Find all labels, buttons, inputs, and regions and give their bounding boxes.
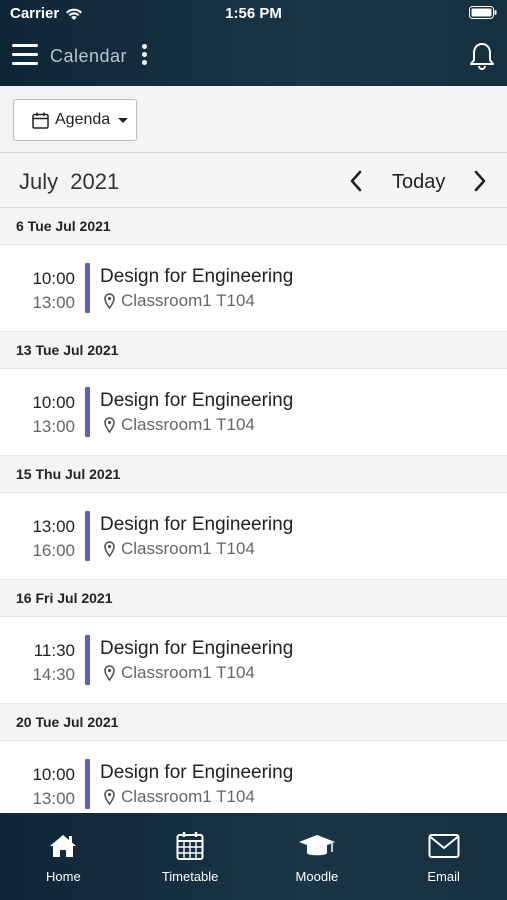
map-pin-icon (104, 417, 115, 433)
event-times: 10:00 13:00 (0, 763, 75, 811)
event-location: Classroom1 T104 (104, 787, 255, 807)
event-end-time: 16:00 (32, 541, 75, 560)
menu-line (12, 53, 38, 56)
hamburger-menu-button[interactable] (12, 44, 38, 68)
event-title: Design for Engineering (100, 762, 294, 783)
event-title: Design for Engineering (100, 514, 294, 535)
map-pin-icon (104, 293, 115, 309)
status-bar: Carrier 1:56 PM (0, 0, 507, 28)
event-start-time: 13:00 (32, 517, 75, 536)
event-times: 11:30 14:30 (0, 639, 75, 687)
event-start-time: 10:00 (32, 269, 75, 288)
menu-line (12, 44, 38, 47)
day-header: 15 Thu Jul 2021 (0, 456, 507, 493)
event-item[interactable]: 10:00 13:00 Design for Engineering Class… (0, 245, 507, 332)
event-location-label: Classroom1 T104 (121, 415, 255, 434)
home-icon (48, 831, 78, 861)
notifications-bell-icon[interactable] (469, 42, 495, 75)
map-pin-icon (104, 665, 115, 681)
view-selector-dropdown[interactable]: Agenda (13, 99, 137, 141)
day-header: 13 Tue Jul 2021 (0, 332, 507, 369)
tab-timetable[interactable]: Timetable (127, 813, 254, 900)
event-location-label: Classroom1 T104 (121, 663, 255, 682)
event-start-time: 11:30 (33, 641, 75, 660)
event-color-bar (85, 759, 90, 809)
event-times: 10:00 13:00 (0, 267, 75, 315)
event-end-time: 13:00 (32, 417, 75, 436)
month-navigation: July 2021 Today (0, 154, 507, 208)
tab-label: Moodle (295, 869, 339, 884)
more-options-button[interactable] (139, 44, 149, 68)
map-pin-icon (104, 789, 115, 805)
day-header: 16 Fri Jul 2021 (0, 580, 507, 617)
event-color-bar (85, 263, 90, 313)
event-title: Design for Engineering (100, 638, 294, 659)
chevron-right-icon (474, 170, 486, 192)
tab-label: Email (427, 869, 460, 884)
nav-bar: Calendar (0, 30, 507, 84)
event-color-bar (85, 635, 90, 685)
event-item[interactable]: 13:00 16:00 Design for Engineering Class… (0, 493, 507, 580)
battery-icon (469, 6, 497, 24)
dot (141, 60, 147, 65)
agenda-list[interactable]: 6 Tue Jul 2021 10:00 13:00 Design for En… (0, 208, 507, 813)
calendar-grid-icon (176, 831, 204, 861)
event-color-bar (85, 511, 90, 561)
event-item[interactable]: 10:00 13:00 Design for Engineering Class… (0, 369, 507, 456)
event-location: Classroom1 T104 (104, 415, 255, 435)
next-month-button[interactable] (471, 169, 489, 198)
event-end-time: 13:00 (32, 293, 75, 312)
envelope-icon (428, 831, 460, 861)
event-location-label: Classroom1 T104 (121, 787, 255, 806)
graduation-cap-icon (298, 831, 336, 861)
page-title: Calendar (50, 46, 128, 66)
tab-moodle[interactable]: Moodle (254, 813, 381, 900)
event-location-label: Classroom1 T104 (121, 539, 255, 558)
event-location: Classroom1 T104 (104, 663, 255, 683)
event-item[interactable]: 10:00 13:00 Design for Engineering Class… (0, 741, 507, 813)
today-button[interactable]: Today (392, 171, 445, 194)
event-color-bar (85, 387, 90, 437)
tab-email[interactable]: Email (380, 813, 507, 900)
event-start-time: 10:00 (32, 765, 75, 784)
event-item[interactable]: 11:30 14:30 Design for Engineering Class… (0, 617, 507, 704)
view-selector-label: Agenda (55, 111, 111, 128)
caret-down-icon (118, 117, 129, 123)
dot (141, 44, 147, 49)
event-location: Classroom1 T104 (104, 291, 255, 311)
previous-month-button[interactable] (347, 169, 365, 198)
bottom-tab-bar: Home Timetable Moodle Email (0, 813, 507, 900)
menu-line (12, 62, 38, 65)
event-end-time: 13:00 (32, 789, 75, 808)
app-header: Carrier 1:56 PM Calendar (0, 0, 507, 86)
tab-label: Home (46, 869, 81, 884)
event-times: 10:00 13:00 (0, 391, 75, 439)
day-header: 20 Tue Jul 2021 (0, 704, 507, 741)
tab-label: Timetable (161, 869, 219, 884)
month-title: July 2021 (19, 169, 120, 194)
calendar-icon (32, 112, 49, 129)
event-location-label: Classroom1 T104 (121, 291, 255, 310)
status-time: 1:56 PM (225, 5, 282, 22)
event-title: Design for Engineering (100, 390, 294, 411)
tab-home[interactable]: Home (0, 813, 127, 900)
view-toolbar: Agenda (0, 86, 507, 153)
event-times: 13:00 16:00 (0, 515, 75, 563)
day-header: 6 Tue Jul 2021 (0, 208, 507, 245)
event-end-time: 14:30 (32, 665, 75, 684)
event-title: Design for Engineering (100, 266, 294, 287)
dot (141, 52, 147, 57)
event-location: Classroom1 T104 (104, 539, 255, 559)
chevron-left-icon (350, 170, 362, 192)
map-pin-icon (104, 541, 115, 557)
event-start-time: 10:00 (32, 393, 75, 412)
